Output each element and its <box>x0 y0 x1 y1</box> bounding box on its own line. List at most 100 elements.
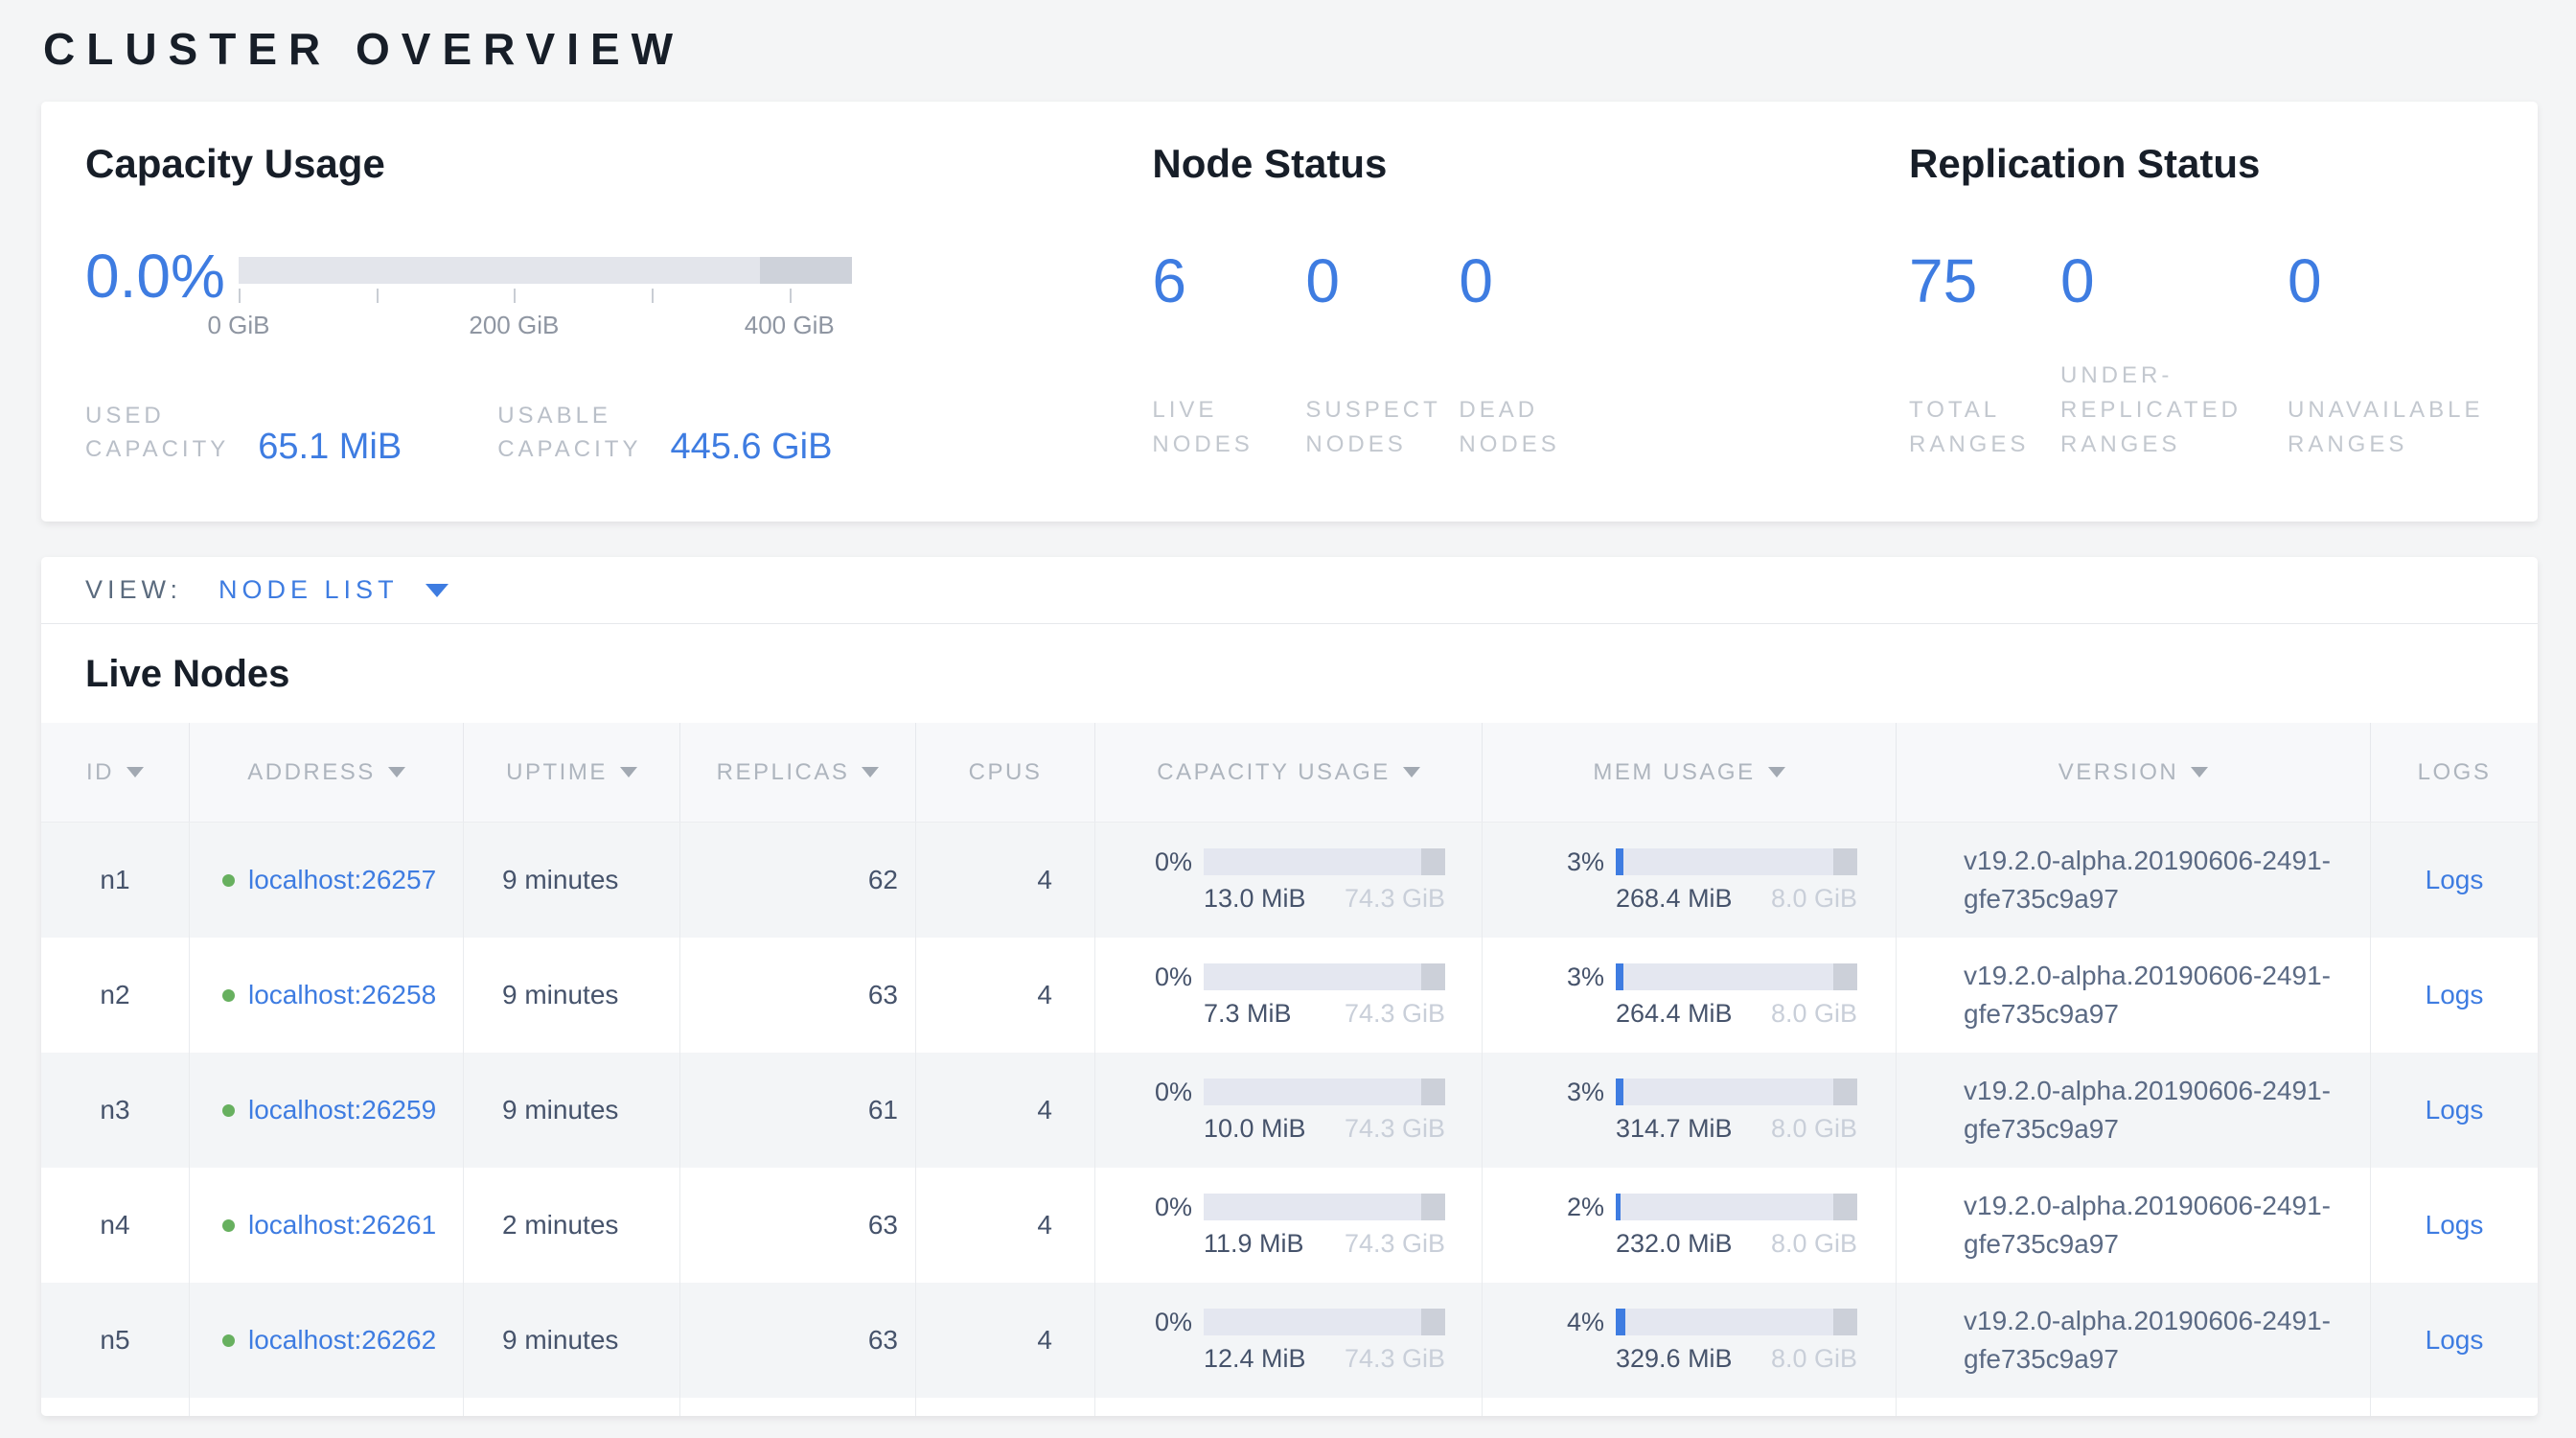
node-id-cell: n2 <box>41 938 189 1053</box>
live-status-dot-icon <box>222 1219 235 1232</box>
capacity-bar-chart: 0 GiB200 GiB400 GiB <box>239 257 852 345</box>
view-dropdown-value: NODE LIST <box>218 575 399 605</box>
column-header-id[interactable]: ID <box>41 723 189 822</box>
node-address-link[interactable]: localhost:26261 <box>248 1206 440 1244</box>
node-address-cell: localhost:26262 <box>189 1283 463 1398</box>
sort-arrow-icon <box>126 767 144 777</box>
view-dropdown[interactable]: NODE LIST <box>218 575 448 605</box>
memory-meter <box>1616 963 1857 990</box>
node-version-cell: v19.2.0-alpha.20190606-2491-gfe735c9a97 <box>1896 1283 2370 1398</box>
node-uptime-cell: 9 minutes <box>463 823 679 938</box>
node-cpus-cell: 4 <box>915 1168 1094 1283</box>
node-list-card: VIEW: NODE LIST Live Nodes ID ADDRESS UP… <box>41 557 2538 1416</box>
memory-meter <box>1616 1078 1857 1105</box>
node-address-cell: localhost:26257 <box>189 823 463 938</box>
capacity-usage-section: Capacity Usage 0.0% 0 GiB200 GiB400 GiB … <box>85 140 1152 483</box>
axis-tick <box>377 289 379 303</box>
capacity-usage-chart: 0.0% 0 GiB200 GiB400 GiB <box>85 257 1152 345</box>
logs-link[interactable]: Logs <box>2426 980 2484 1010</box>
node-capacity-cell: 0% 13.0 MiB 74.3 GiB <box>1094 823 1482 938</box>
node-capacity-cell: 0% 11.9 MiB 74.3 GiB <box>1094 1168 1482 1283</box>
node-memory-cell: 3% 264.4 MiB 8.0 GiB <box>1482 938 1896 1053</box>
memory-meter <box>1616 1309 1857 1335</box>
memory-meter-reserved <box>1833 1309 1857 1335</box>
axis-tick-label: 0 GiB <box>207 311 269 340</box>
dead-nodes-stat: 0 DEAD NODES <box>1459 251 1602 462</box>
node-capacity-cell: 0% 10.0 MiB 74.3 GiB <box>1094 1053 1482 1168</box>
sort-arrow-icon <box>862 767 879 777</box>
memory-meter-fill <box>1616 1194 1621 1220</box>
used-capacity-label: USED CAPACITY <box>85 399 229 466</box>
node-id-cell: n1 <box>41 823 189 938</box>
capacity-axis: 0 GiB200 GiB400 GiB <box>239 284 852 345</box>
live-status-dot-icon <box>222 1104 235 1117</box>
node-memory-cell: 3% 314.7 MiB 8.0 GiB <box>1482 1053 1896 1168</box>
node-version-cell: v19.2.0-alpha.20190606-2491-gfe735c9a97 <box>1896 823 2370 938</box>
column-header-capacity-usage[interactable]: CAPACITY USAGE <box>1094 723 1482 822</box>
node-logs-cell: Logs <box>2370 938 2538 1053</box>
table-body: n1 localhost:26257 9 minutes 62 4 0% <box>41 823 2538 1416</box>
axis-tick <box>790 289 792 303</box>
node-memory-cell: 4% 329.6 MiB 8.0 GiB <box>1482 1283 1896 1398</box>
node-address-cell: localhost:26258 <box>189 938 463 1053</box>
replication-status-section: Replication Status 75 TOTAL RANGES 0 UND… <box>1909 140 2494 483</box>
node-cpus-cell: 4 <box>915 1053 1094 1168</box>
capacity-meter-reserved <box>1421 1194 1445 1220</box>
node-address-link[interactable]: localhost:26257 <box>248 861 440 899</box>
column-header-address[interactable]: ADDRESS <box>189 723 463 822</box>
node-status-section: Node Status 6 LIVE NODES 0 SUSPECT NODES… <box>1152 140 1909 483</box>
column-header-mem-usage[interactable]: MEM USAGE <box>1482 723 1896 822</box>
column-header-version[interactable]: VERSION <box>1896 723 2370 822</box>
axis-tick <box>514 289 516 303</box>
usable-capacity-value: 445.6 GiB <box>670 428 832 466</box>
memory-meter-fill <box>1616 1078 1623 1105</box>
node-capacity-cell: 0% 12.4 MiB 74.3 GiB <box>1094 1283 1482 1398</box>
node-capacity-cell: 0% 7.3 MiB 74.3 GiB <box>1094 938 1482 1053</box>
capacity-bar-reserved-segment <box>760 257 852 284</box>
sort-arrow-icon <box>2191 767 2208 777</box>
capacity-meter <box>1204 1078 1445 1105</box>
live-status-dot-icon <box>222 874 235 887</box>
table-row: n4 localhost:26261 2 minutes 63 4 0% <box>41 1168 2538 1283</box>
axis-tick-label: 400 GiB <box>745 311 835 340</box>
node-cpus-cell: 4 <box>915 1283 1094 1398</box>
cluster-summary-card: Capacity Usage 0.0% 0 GiB200 GiB400 GiB … <box>41 102 2538 522</box>
node-uptime-cell: 9 minutes <box>463 1053 679 1168</box>
capacity-meter-reserved <box>1421 963 1445 990</box>
axis-tick <box>652 289 654 303</box>
table-header: ID ADDRESS UPTIME REPLICAS CPUS CAPACITY… <box>41 723 2538 823</box>
node-id-cell: n5 <box>41 1283 189 1398</box>
capacity-meter <box>1204 848 1445 875</box>
node-address-link[interactable]: localhost:26258 <box>248 976 440 1014</box>
node-uptime-cell: 9 minutes <box>463 938 679 1053</box>
node-status-heading: Node Status <box>1152 140 1909 188</box>
logs-link[interactable]: Logs <box>2426 1210 2484 1241</box>
view-label: VIEW: <box>85 575 182 605</box>
memory-meter-reserved <box>1833 1194 1857 1220</box>
column-header-replicas[interactable]: REPLICAS <box>679 723 915 822</box>
logs-link[interactable]: Logs <box>2426 865 2484 895</box>
column-header-cpus: CPUS <box>915 723 1094 822</box>
memory-meter-reserved <box>1833 963 1857 990</box>
sort-arrow-icon <box>388 767 405 777</box>
node-address-link[interactable]: localhost:26262 <box>248 1321 440 1359</box>
capacity-meter <box>1204 1309 1445 1335</box>
memory-meter-fill <box>1616 963 1623 990</box>
node-version-cell: v19.2.0-alpha.20190606-2491-gfe735c9a97 <box>1896 938 2370 1053</box>
column-header-uptime[interactable]: UPTIME <box>463 723 679 822</box>
logs-link[interactable]: Logs <box>2426 1095 2484 1125</box>
live-nodes-heading: Live Nodes <box>41 624 2538 723</box>
capacity-stats: USED CAPACITY 65.1 MiB USABLE CAPACITY 4… <box>85 399 1152 466</box>
node-logs-cell: Logs <box>2370 1168 2538 1283</box>
suspect-nodes-stat: 0 SUSPECT NODES <box>1305 251 1459 462</box>
node-replicas-cell: 63 <box>679 1283 915 1398</box>
node-address-link[interactable]: localhost:26259 <box>248 1091 440 1129</box>
table-row: n3 localhost:26259 9 minutes 61 4 0% <box>41 1053 2538 1168</box>
used-capacity-value: 65.1 MiB <box>258 428 402 466</box>
logs-link[interactable]: Logs <box>2426 1325 2484 1356</box>
node-address-cell: localhost:26261 <box>189 1168 463 1283</box>
capacity-bar <box>239 257 852 284</box>
node-version-cell: v19.2.0-alpha.20190606-2491-gfe735c9a97 <box>1896 1053 2370 1168</box>
memory-meter-fill <box>1616 848 1623 875</box>
chevron-down-icon <box>426 584 448 597</box>
